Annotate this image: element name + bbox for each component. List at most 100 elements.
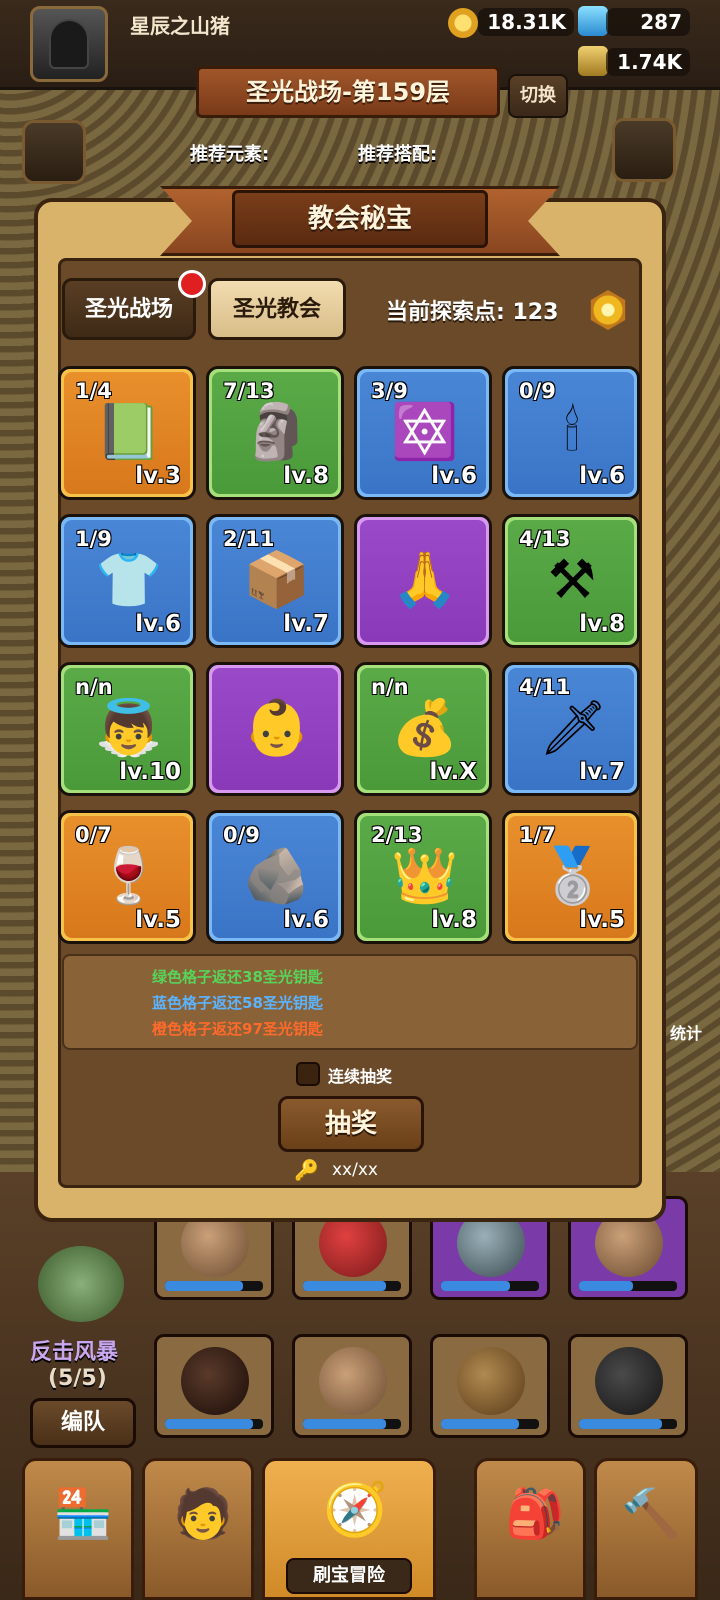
crowned-spirit-icon: 👑 (391, 844, 459, 907)
potion-amount: 1.74K (606, 48, 690, 76)
hero-hp-fill (303, 1419, 387, 1429)
chalice-icon: 🍷 (95, 844, 163, 907)
hero-hp-bar (303, 1419, 401, 1429)
nav-inventory[interactable]: 🎒 (474, 1458, 586, 1600)
stats-label[interactable]: 统计 (670, 1020, 702, 1044)
stage-title: 圣光战场-第159层 (196, 66, 500, 118)
gold-coin-icon (448, 8, 478, 38)
green-refund-text: 绿色格子返还38圣光钥匙 (152, 968, 323, 986)
nav-shop[interactable]: 🏪 (22, 1458, 134, 1600)
panel-title: 教会秘宝 (232, 190, 488, 248)
treasure-tile[interactable]: 🥈 1/7 lv.5 (502, 810, 640, 944)
treasure-tile[interactable]: 🪨 0/9 lv.6 (206, 810, 344, 944)
tile-level: lv.X (429, 759, 477, 785)
tile-progress: 3/9 (371, 379, 408, 403)
gem-amount: 287 (606, 8, 690, 36)
player-avatar[interactable] (30, 6, 108, 82)
clover-icon[interactable] (22, 120, 86, 184)
explore-points: 当前探索点: 123 (386, 300, 559, 325)
hero-card[interactable] (430, 1334, 550, 1438)
hero-hp-fill (165, 1419, 254, 1429)
map-compass-icon: 🧭 (323, 1480, 388, 1540)
tile-level: lv.8 (579, 611, 625, 637)
formation-name: 反击风暴 (30, 1340, 119, 1365)
backpack-icon: 🎒 (505, 1486, 565, 1542)
tile-progress: 4/13 (519, 527, 571, 551)
key-count: xx/xx (332, 1160, 378, 1180)
draw-button[interactable]: 抽奖 (278, 1096, 424, 1152)
tab-holy-battlefield[interactable]: 圣光战场 (62, 278, 196, 340)
tile-level: lv.6 (431, 463, 477, 489)
tile-level: lv.7 (283, 611, 329, 637)
angel-wings-icon: 👼 (95, 696, 163, 759)
tile-level: lv.8 (431, 907, 477, 933)
treasure-tile[interactable]: 🍷 0/7 lv.5 (58, 810, 196, 944)
hero-hp-fill (579, 1419, 663, 1429)
treasure-tile[interactable]: 👼 n/n lv.10 (58, 662, 196, 796)
treasure-tile[interactable]: 👕 1/9 lv.6 (58, 514, 196, 648)
holy-sword-icon: 🗡 (539, 696, 608, 759)
hero-hp-fill (165, 1281, 244, 1291)
treasure-tile[interactable]: 🗿 7/13 lv.8 (206, 366, 344, 500)
hero-hp-bar (579, 1281, 677, 1291)
hero-portrait (457, 1347, 525, 1415)
candle-icon: 🕯 (564, 400, 580, 463)
continuous-draw-checkbox[interactable] (296, 1062, 320, 1086)
tile-progress: 2/13 (371, 823, 423, 847)
treasure-tile[interactable]: 👶 (206, 662, 344, 796)
nav-heroes[interactable]: 🧑 (142, 1458, 254, 1600)
crusader-tunic-icon: 👕 (95, 548, 163, 611)
scroll-icon[interactable] (612, 118, 676, 182)
hero-card[interactable] (154, 1334, 274, 1438)
coin-pouch-icon: 💰 (391, 696, 459, 759)
treasure-tile[interactable]: 🔯 3/9 lv.6 (354, 366, 492, 500)
hero-card[interactable] (292, 1334, 412, 1438)
treasure-tile[interactable]: 🙏 (354, 514, 492, 648)
tile-level: lv.8 (283, 463, 329, 489)
treasure-tile[interactable]: 👑 2/13 lv.8 (354, 810, 492, 944)
edit-team-button[interactable]: 编队 (30, 1398, 136, 1448)
hero-portrait (319, 1347, 387, 1415)
gem-icon (578, 6, 608, 36)
treasure-tile[interactable]: 📦 2/11 lv.7 (206, 514, 344, 648)
tile-progress: 7/13 (223, 379, 275, 403)
tile-progress: 0/9 (519, 379, 556, 403)
hero-hp-fill (579, 1281, 633, 1291)
hero-hp-bar (165, 1419, 263, 1429)
orange-refund-text: 橙色格子返还97圣光钥匙 (152, 1020, 323, 1038)
treasure-tile[interactable]: 🗡 4/11 lv.7 (502, 662, 640, 796)
tile-level: lv.5 (579, 907, 625, 933)
tile-progress: 1/9 (75, 527, 112, 551)
hero-hp-bar (441, 1281, 539, 1291)
hammer-icon: 🔨 (621, 1486, 681, 1542)
treasure-tile[interactable]: 📗 1/4 lv.3 (58, 366, 196, 500)
tile-progress: 2/11 (223, 527, 275, 551)
player-name: 星辰之山猪 (130, 14, 230, 38)
holy-key-icon: 🔑 (294, 1158, 319, 1182)
notification-dot (178, 270, 206, 298)
nav-forge[interactable]: 🔨 (594, 1458, 698, 1600)
hero-hp-fill (441, 1281, 510, 1291)
treasure-tile[interactable]: ⚒ 4/13 lv.8 (502, 514, 640, 648)
tab-holy-church[interactable]: 圣光教会 (208, 278, 346, 340)
silver-ingot-icon: 🥈 (539, 844, 607, 907)
formation-count: (5/5) (48, 1366, 107, 1391)
formation-emblem-icon (38, 1246, 124, 1322)
hero-card[interactable] (568, 1334, 688, 1438)
anvil-icon: ⚒ (547, 548, 597, 611)
tile-level: lv.5 (135, 907, 181, 933)
treasure-tile[interactable]: 💰 n/n lv.X (354, 662, 492, 796)
treasure-tile[interactable]: 🕯 0/9 lv.6 (502, 366, 640, 500)
tile-progress: 0/9 (223, 823, 260, 847)
switch-stage-button[interactable]: 切换 (508, 74, 568, 118)
hero-hp-fill (441, 1419, 520, 1429)
tile-level: lv.6 (135, 611, 181, 637)
gold-amount: 18.31K (478, 8, 574, 36)
hero-portrait (595, 1347, 663, 1415)
hero-hp-bar (579, 1419, 677, 1429)
hero-hp-bar (165, 1281, 263, 1291)
potion-icon (578, 46, 608, 76)
tile-progress: 1/7 (519, 823, 556, 847)
baby-bath-icon: 👶 (243, 696, 311, 759)
tile-level: lv.6 (579, 463, 625, 489)
